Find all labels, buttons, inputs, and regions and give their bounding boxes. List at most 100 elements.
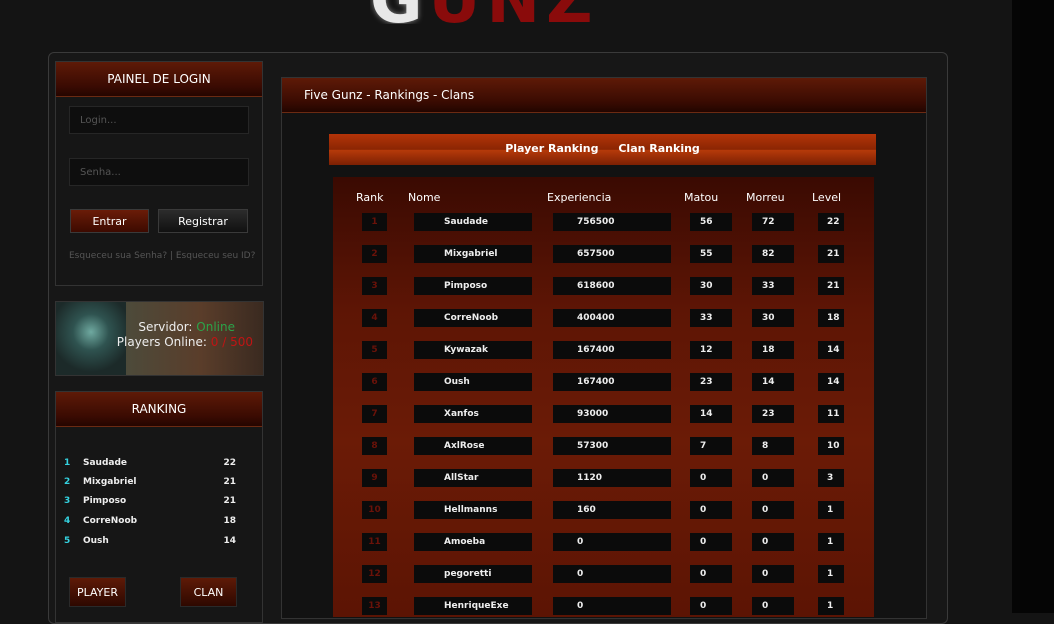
tab-clan-ranking[interactable]: Clan Ranking bbox=[618, 142, 699, 155]
name-cell: Hellmanns bbox=[414, 501, 532, 519]
list-item[interactable]: 5 Oush 14 bbox=[64, 536, 254, 550]
players-count: 0 / 500 bbox=[210, 335, 253, 349]
list-item-rank: 2 bbox=[64, 477, 71, 487]
deaths-cell: 0 bbox=[752, 533, 794, 551]
level-cell: 10 bbox=[818, 437, 844, 455]
rank-cell: 7 bbox=[362, 405, 387, 423]
kills-cell: 30 bbox=[690, 277, 732, 295]
name-cell: Pimposo bbox=[414, 277, 532, 295]
deaths-cell: 0 bbox=[752, 501, 794, 519]
list-item-name: Oush bbox=[83, 536, 109, 546]
rank-cell: 1 bbox=[362, 213, 387, 231]
deaths-cell: 18 bbox=[752, 341, 794, 359]
experience-cell: 0 bbox=[553, 533, 671, 551]
rank-cell: 2 bbox=[362, 245, 387, 263]
name-cell: Amoeba bbox=[414, 533, 532, 551]
players-online-line: Players Online: 0 / 500 bbox=[117, 335, 253, 349]
list-item-rank: 5 bbox=[64, 536, 71, 546]
list-item-name: CorreNoob bbox=[83, 516, 138, 526]
list-item-name: Mixgabriel bbox=[83, 477, 137, 487]
name-cell: Oush bbox=[414, 373, 532, 391]
list-item-rank: 3 bbox=[64, 496, 71, 506]
name-cell: AxlRose bbox=[414, 437, 532, 455]
kills-cell: 7 bbox=[690, 437, 732, 455]
deaths-cell: 23 bbox=[752, 405, 794, 423]
level-cell: 1 bbox=[818, 501, 844, 519]
kills-cell: 0 bbox=[690, 533, 732, 551]
experience-cell: 167400 bbox=[553, 341, 671, 359]
kills-cell: 12 bbox=[690, 341, 732, 359]
level-cell: 22 bbox=[818, 213, 844, 231]
ranking-panel-title: RANKING bbox=[56, 392, 262, 427]
column-header-kills: Matou bbox=[684, 191, 719, 204]
password-input[interactable]: Senha... bbox=[69, 158, 249, 186]
list-item-name: Saudade bbox=[83, 458, 128, 468]
rank-cell: 9 bbox=[362, 469, 387, 487]
list-item-level: 18 bbox=[223, 516, 236, 526]
list-item-rank: 1 bbox=[64, 458, 71, 468]
deaths-cell: 72 bbox=[752, 213, 794, 231]
kills-cell: 33 bbox=[690, 309, 732, 327]
server-status-banner: Servidor: Online Players Online: 0 / 500 bbox=[55, 301, 264, 376]
level-cell: 21 bbox=[818, 245, 844, 263]
login-panel-title: PAINEL DE LOGIN bbox=[56, 62, 262, 97]
ranking-tabs: Player Ranking Clan Ranking bbox=[329, 134, 876, 165]
rank-cell: 13 bbox=[362, 597, 387, 615]
list-item[interactable]: 1 Saudade 22 bbox=[64, 458, 254, 472]
name-cell: Mixgabriel bbox=[414, 245, 532, 263]
kills-cell: 56 bbox=[690, 213, 732, 231]
name-cell: AllStar bbox=[414, 469, 532, 487]
deaths-cell: 8 bbox=[752, 437, 794, 455]
server-status: Online bbox=[196, 320, 235, 334]
rank-cell: 10 bbox=[362, 501, 387, 519]
level-cell: 14 bbox=[818, 373, 844, 391]
experience-cell: 618600 bbox=[553, 277, 671, 295]
experience-cell: 167400 bbox=[553, 373, 671, 391]
name-cell: Xanfos bbox=[414, 405, 532, 423]
rank-cell: 8 bbox=[362, 437, 387, 455]
list-item[interactable]: 3 Pimposo 21 bbox=[64, 496, 254, 510]
deaths-cell: 82 bbox=[752, 245, 794, 263]
page-edge bbox=[1012, 0, 1054, 613]
level-cell: 1 bbox=[818, 565, 844, 583]
server-label: Servidor: bbox=[138, 320, 193, 334]
experience-cell: 160 bbox=[553, 501, 671, 519]
experience-cell: 756500 bbox=[553, 213, 671, 231]
kills-cell: 0 bbox=[690, 469, 732, 487]
deaths-cell: 14 bbox=[752, 373, 794, 391]
enter-button[interactable]: Entrar bbox=[70, 209, 149, 233]
rank-cell: 3 bbox=[362, 277, 387, 295]
rank-cell: 6 bbox=[362, 373, 387, 391]
deaths-cell: 0 bbox=[752, 597, 794, 615]
list-item-rank: 4 bbox=[64, 516, 71, 526]
login-input[interactable]: Login... bbox=[69, 106, 249, 134]
level-cell: 3 bbox=[818, 469, 844, 487]
deaths-cell: 0 bbox=[752, 469, 794, 487]
clan-ranking-button[interactable]: CLAN bbox=[180, 577, 237, 607]
breadcrumb: Five Gunz - Rankings - Clans bbox=[282, 78, 926, 113]
level-cell: 21 bbox=[818, 277, 844, 295]
forgot-links[interactable]: Esqueceu sua Senha? | Esqueceu seu ID? bbox=[69, 251, 255, 261]
name-cell: pegoretti bbox=[414, 565, 532, 583]
kills-cell: 55 bbox=[690, 245, 732, 263]
site-logo[interactable]: GUNZ bbox=[370, 0, 598, 24]
experience-cell: 93000 bbox=[553, 405, 671, 423]
deaths-cell: 33 bbox=[752, 277, 794, 295]
server-status-line: Servidor: Online bbox=[138, 320, 235, 334]
list-item-level: 14 bbox=[223, 536, 236, 546]
level-cell: 1 bbox=[818, 533, 844, 551]
column-header-rank: Rank bbox=[356, 191, 384, 204]
column-header-deaths: Morreu bbox=[746, 191, 785, 204]
deaths-cell: 0 bbox=[752, 565, 794, 583]
level-cell: 1 bbox=[818, 597, 844, 615]
kills-cell: 0 bbox=[690, 597, 732, 615]
level-cell: 18 bbox=[818, 309, 844, 327]
kills-cell: 0 bbox=[690, 501, 732, 519]
register-button[interactable]: Registrar bbox=[158, 209, 248, 233]
tab-player-ranking[interactable]: Player Ranking bbox=[505, 142, 598, 155]
list-item[interactable]: 4 CorreNoob 18 bbox=[64, 516, 254, 530]
player-ranking-button[interactable]: PLAYER bbox=[69, 577, 126, 607]
name-cell: Saudade bbox=[414, 213, 532, 231]
column-header-level: Level bbox=[812, 191, 842, 204]
list-item[interactable]: 2 Mixgabriel 21 bbox=[64, 477, 254, 491]
